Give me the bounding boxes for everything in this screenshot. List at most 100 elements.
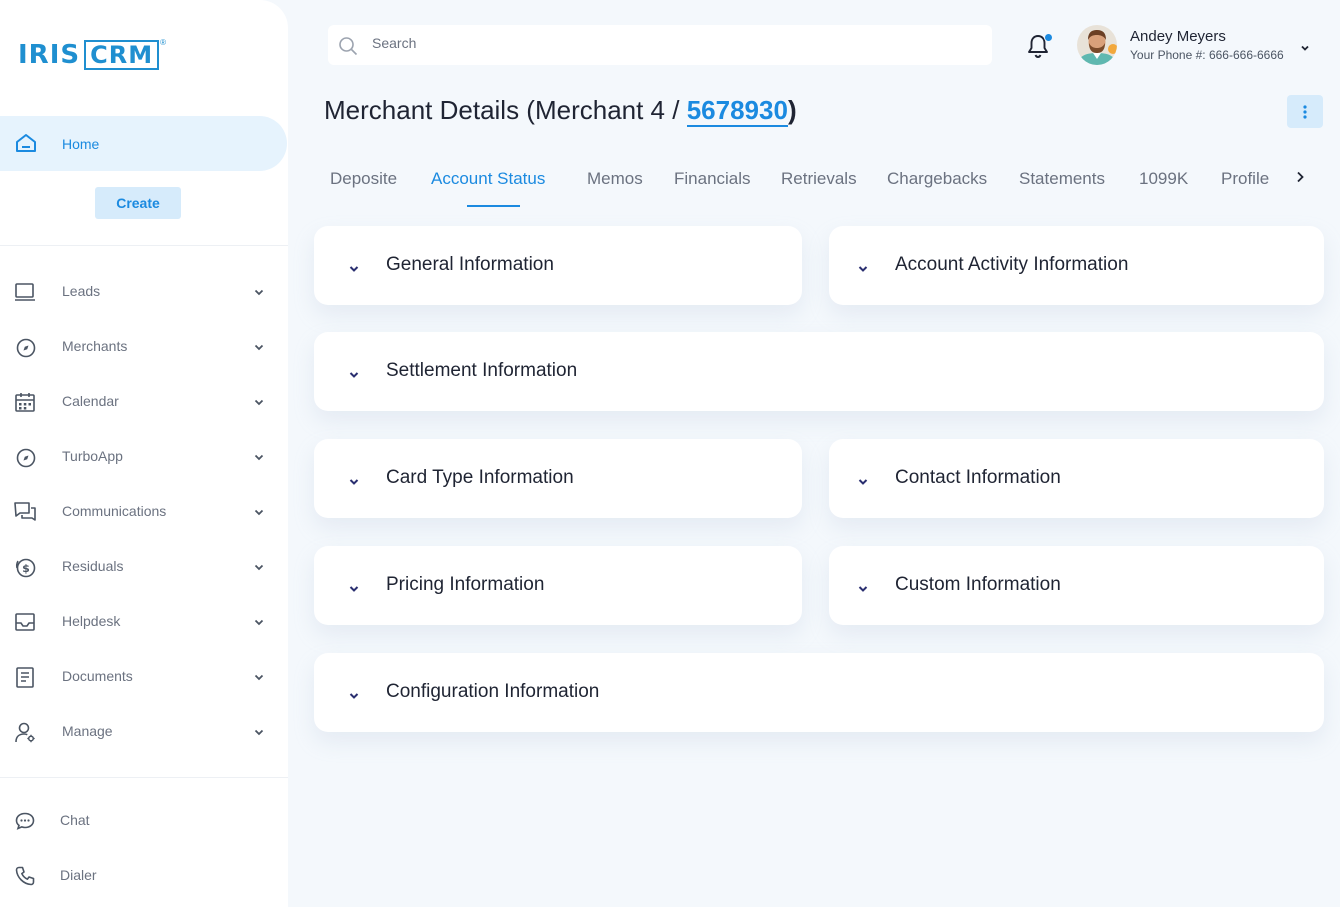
search-input[interactable] <box>372 35 972 51</box>
sidebar-item-chat[interactable]: Chat <box>0 800 288 840</box>
more-options-button[interactable] <box>1287 95 1323 128</box>
section-contact-information[interactable]: Contact Information <box>829 439 1324 518</box>
sidebar-item-communications[interactable]: Communications <box>0 491 288 531</box>
tab-deposite[interactable]: Deposite <box>330 169 397 189</box>
tab-retrievals[interactable]: Retrievals <box>781 169 857 189</box>
sidebar-item-label: Leads <box>62 283 101 299</box>
sidebar-item-label: Chat <box>60 812 90 828</box>
chat-bubbles-icon <box>14 501 36 523</box>
sidebar-item-home[interactable]: Home <box>0 116 287 171</box>
page-title-prefix: Merchant Details (Merchant 4 / <box>324 95 687 125</box>
logo-iris-text: IRIS <box>18 40 81 70</box>
search-icon <box>338 36 358 61</box>
chevron-down-icon <box>253 670 265 688</box>
chat-icon <box>14 810 36 832</box>
tab-statements[interactable]: Statements <box>1019 169 1105 189</box>
merchant-id-link[interactable]: 5678930 <box>686 95 788 127</box>
home-icon <box>15 133 37 158</box>
compass-icon <box>14 336 36 358</box>
chevron-down-icon <box>253 505 265 523</box>
section-title: Account Activity Information <box>895 254 1129 275</box>
calendar-icon <box>14 391 36 413</box>
compass-icon <box>14 446 36 468</box>
sidebar-item-label: Helpdesk <box>62 613 121 629</box>
section-custom-information[interactable]: Custom Information <box>829 546 1324 625</box>
chevron-down-icon <box>253 285 265 303</box>
sidebar-item-label: Merchants <box>62 338 128 354</box>
chevron-down-icon <box>253 450 265 468</box>
sidebar-item-manage[interactable]: Manage <box>0 711 288 751</box>
logo-registered-mark: ® <box>160 38 166 47</box>
chevron-down-icon <box>253 560 265 578</box>
sidebar-item-dialer[interactable]: Dialer <box>0 855 288 895</box>
sidebar-item-leads[interactable]: Leads <box>0 271 288 311</box>
sidebar-item-calendar[interactable]: Calendar <box>0 381 288 421</box>
tab-financials[interactable]: Financials <box>674 169 751 189</box>
section-account-activity-information[interactable]: Account Activity Information <box>829 226 1324 305</box>
chevron-down-icon <box>253 725 265 743</box>
user-name[interactable]: Andey Meyers <box>1130 28 1226 45</box>
chevron-right-icon[interactable] <box>1294 170 1306 189</box>
section-title: Pricing Information <box>386 574 545 595</box>
tab-1099k[interactable]: 1099K <box>1139 169 1188 189</box>
section-pricing-information[interactable]: Pricing Information <box>314 546 802 625</box>
iris-crm-logo[interactable]: IRIS CRM ® <box>18 38 166 70</box>
sidebar-item-documents[interactable]: Documents <box>0 656 288 696</box>
create-button[interactable]: Create <box>95 187 181 219</box>
chevron-down-icon <box>253 395 265 413</box>
chevron-down-icon <box>348 581 360 599</box>
sidebar-divider <box>0 245 288 246</box>
page-title: Merchant Details (Merchant 4 / 5678930) <box>324 95 797 127</box>
tab-account-status[interactable]: Account Status <box>431 169 545 189</box>
dollar-circle-icon: $ <box>14 556 36 578</box>
section-configuration-information[interactable]: Configuration Information <box>314 653 1324 732</box>
notification-dot <box>1044 33 1053 42</box>
tab-chargebacks[interactable]: Chargebacks <box>887 169 987 189</box>
chevron-down-icon <box>857 474 869 492</box>
chevron-down-icon <box>857 581 869 599</box>
sidebar-item-label: Home <box>62 135 100 152</box>
sidebar-item-label: Manage <box>62 723 113 739</box>
sidebar-item-label: Dialer <box>60 867 97 883</box>
chevron-down-icon <box>857 261 869 279</box>
document-icon <box>14 666 36 688</box>
tab-profile[interactable]: Profile <box>1221 169 1269 189</box>
svg-text:$: $ <box>22 562 30 575</box>
sidebar-item-helpdesk[interactable]: Helpdesk <box>0 601 288 641</box>
section-title: Card Type Information <box>386 467 574 488</box>
sidebar: IRIS CRM ® Home Create Leads Merchants C… <box>0 0 288 907</box>
section-title: Configuration Information <box>386 681 600 702</box>
sidebar-item-label: Calendar <box>62 393 119 409</box>
tab-memos[interactable]: Memos <box>587 169 643 189</box>
active-tab-indicator <box>467 205 520 207</box>
sidebar-item-residuals[interactable]: $ Residuals <box>0 546 288 586</box>
sidebar-item-label: Residuals <box>62 558 124 574</box>
chevron-down-icon <box>348 261 360 279</box>
vertical-dots-icon <box>1303 105 1307 122</box>
sidebar-item-label: Communications <box>62 503 167 519</box>
avatar[interactable] <box>1077 25 1117 65</box>
section-general-information[interactable]: General Information <box>314 226 802 305</box>
user-gear-icon <box>14 721 36 743</box>
sidebar-divider <box>0 777 288 778</box>
section-title: Custom Information <box>895 574 1061 595</box>
inbox-icon <box>14 611 36 633</box>
chevron-down-icon <box>348 367 360 385</box>
chevron-down-icon[interactable] <box>1300 40 1310 58</box>
sidebar-item-merchants[interactable]: Merchants <box>0 326 288 366</box>
user-phone: Your Phone #: 666-666-6666 <box>1130 48 1284 62</box>
chevron-down-icon <box>253 340 265 358</box>
section-title: Contact Information <box>895 467 1061 488</box>
section-title: Settlement Information <box>386 360 578 381</box>
section-settlement-information[interactable]: Settlement Information <box>314 332 1324 411</box>
chevron-down-icon <box>348 688 360 706</box>
sidebar-item-turboapp[interactable]: TurboApp <box>0 436 288 476</box>
phone-icon <box>14 865 36 887</box>
monitor-icon <box>14 281 36 303</box>
sidebar-item-label: TurboApp <box>62 448 123 464</box>
page-title-suffix: ) <box>787 95 797 125</box>
chevron-down-icon <box>253 615 265 633</box>
chevron-down-icon <box>348 474 360 492</box>
search-bar <box>328 25 992 65</box>
section-card-type-information[interactable]: Card Type Information <box>314 439 802 518</box>
